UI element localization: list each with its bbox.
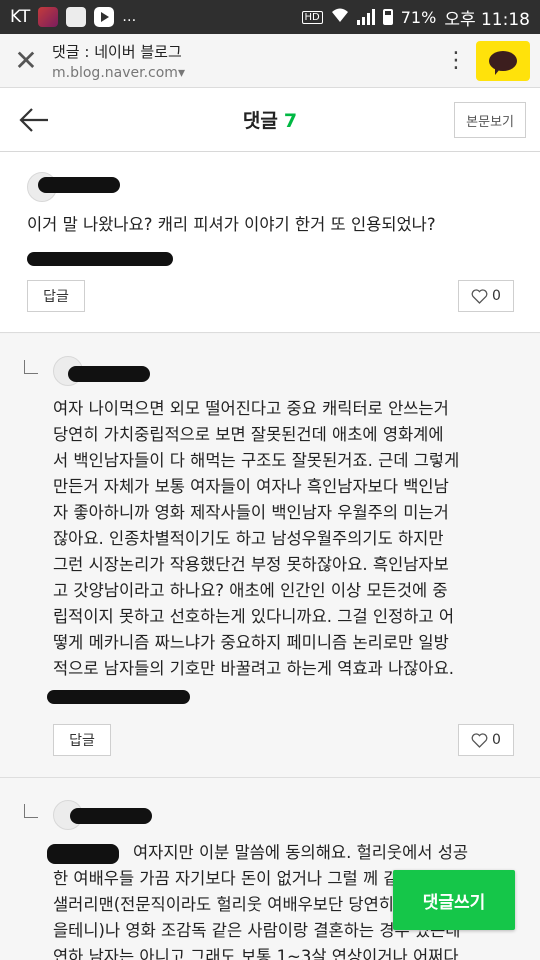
image-notification-icon xyxy=(66,7,87,27)
kakaotalk-icon xyxy=(489,50,517,75)
browser-titles: 댓글 : 네이버 블로그 m.blog.naver.com▾ xyxy=(52,41,436,81)
write-comment-button[interactable]: 댓글쓰기 xyxy=(393,870,515,930)
redacted-date xyxy=(27,252,173,266)
browser-title: 댓글 : 네이버 블로그 xyxy=(52,42,182,61)
redacted-username xyxy=(70,808,152,824)
like-button[interactable]: 0 xyxy=(458,724,514,756)
comment-count: 7 xyxy=(283,110,298,132)
youtube-icon xyxy=(94,7,115,27)
status-bar: KT … HD 71% 오후 11:18 xyxy=(0,0,540,34)
reply-comment-item: 여자 나이먹으면 외모 떨어진다고 중요 캐릭터로 안쓰는거 당연히 가치중립적… xyxy=(0,334,540,778)
wifi-icon xyxy=(331,7,349,27)
like-button[interactable]: 0 xyxy=(458,280,514,312)
like-count: 0 xyxy=(492,288,501,304)
hd-badge: HD xyxy=(301,10,323,24)
redacted-username xyxy=(68,366,150,382)
redacted-username xyxy=(38,177,120,193)
browser-bar: ✕ 댓글 : 네이버 블로그 m.blog.naver.com▾ ⋮ xyxy=(0,34,540,88)
view-post-button[interactable]: 본문보기 xyxy=(454,102,526,138)
redacted-date xyxy=(47,690,190,704)
page-header: 댓글 7 본문보기 xyxy=(0,88,540,152)
comment-text: 여자 나이먹으면 외모 떨어진다고 중요 캐릭터로 안쓰는거 당연히 가치중립적… xyxy=(53,399,460,678)
kakaotalk-share-button[interactable] xyxy=(476,40,530,81)
reply-indicator-icon xyxy=(24,360,38,374)
comment-item: 이거 말 나왔나요? 캐리 피셔가 이야기 한거 또 인용되었나? 답글 0 xyxy=(0,152,540,333)
status-time: 오후 11:18 xyxy=(444,9,530,30)
battery-percent: 71% xyxy=(400,7,437,27)
heart-icon xyxy=(471,288,488,304)
browser-url[interactable]: m.blog.naver.com▾ xyxy=(52,65,436,81)
battery-icon xyxy=(382,9,393,25)
carrier-label: KT xyxy=(10,7,31,27)
page-title: 댓글 7 xyxy=(243,106,297,133)
more-notifications-label: … xyxy=(122,9,138,25)
more-menu-icon[interactable]: ⋮ xyxy=(436,34,476,88)
reply-button[interactable]: 답글 xyxy=(53,724,111,756)
reply-button[interactable]: 답글 xyxy=(27,280,85,312)
like-count: 0 xyxy=(492,732,501,748)
reply-comment-item: 여자지만 이분 말씀에 동의해요. 헐리웃에서 성공 한 여배우들 가끔 자기보… xyxy=(0,778,540,960)
comment-text: 이거 말 나왔나요? 캐리 피셔가 이야기 한거 또 인용되었나? xyxy=(27,215,436,234)
signal-icon xyxy=(356,9,375,25)
app-notification-icon xyxy=(38,7,59,27)
close-icon[interactable]: ✕ xyxy=(0,34,52,88)
page-title-text: 댓글 xyxy=(242,110,278,132)
heart-icon xyxy=(471,732,488,748)
back-arrow-icon[interactable] xyxy=(14,102,54,138)
reply-indicator-icon xyxy=(24,804,38,818)
